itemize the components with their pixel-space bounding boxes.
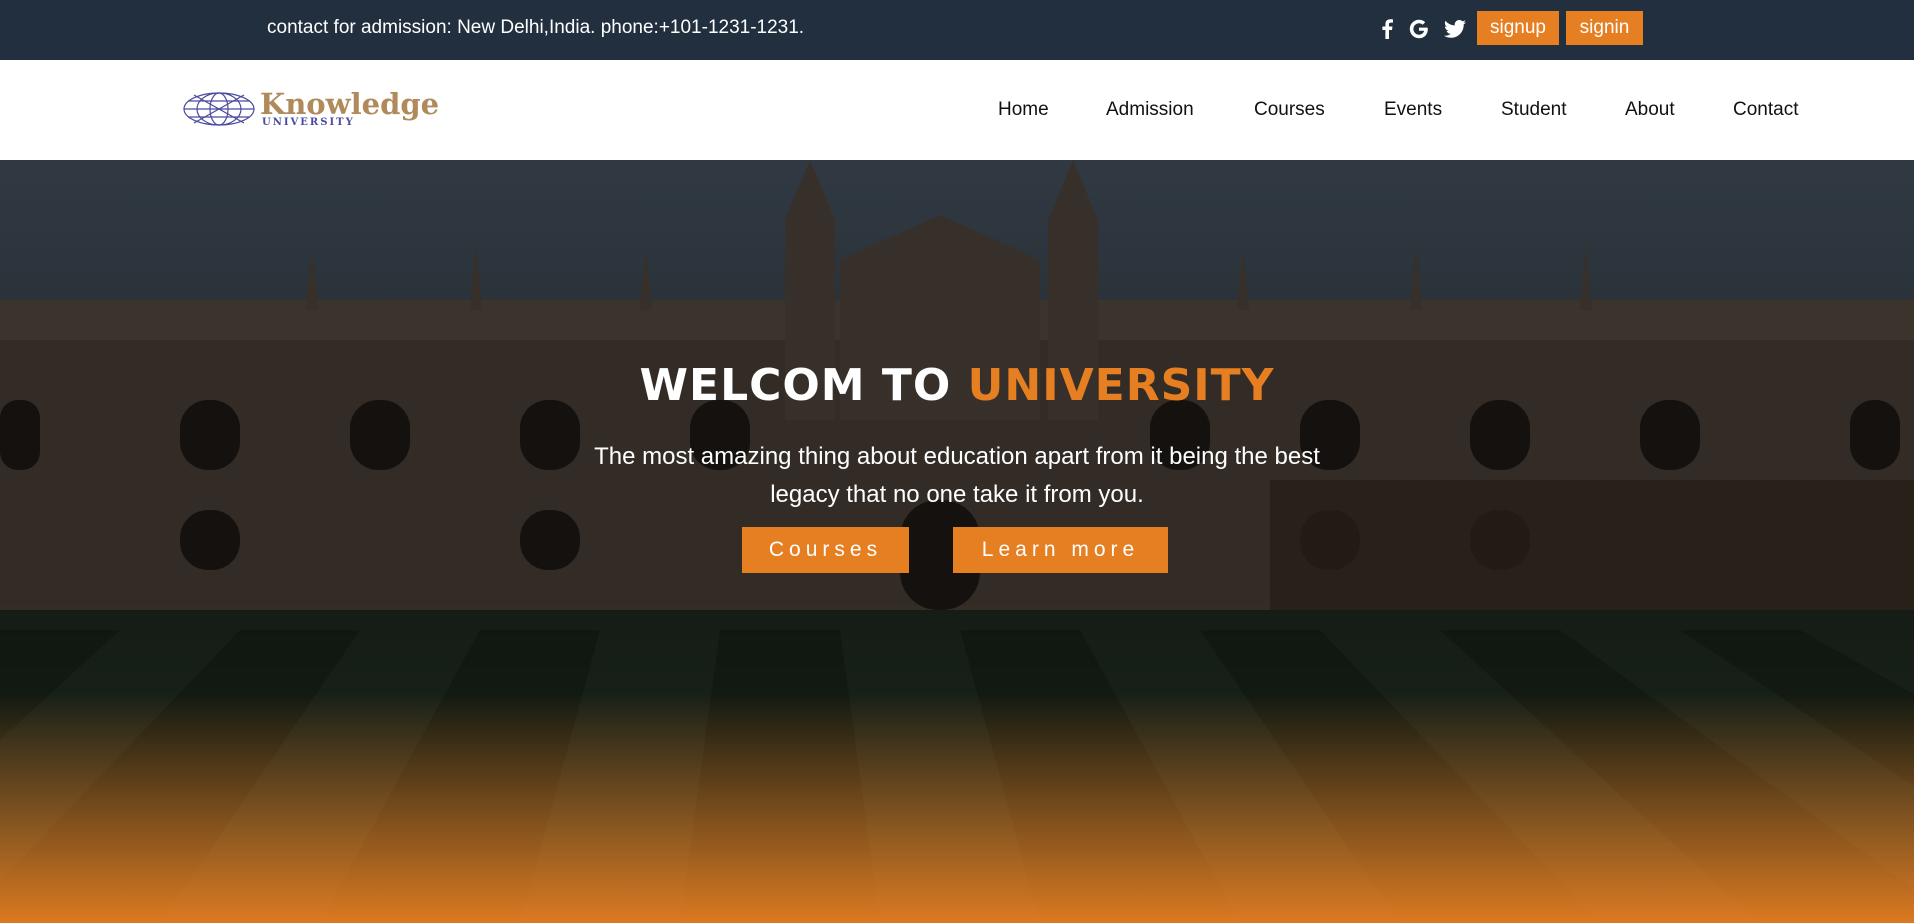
courses-button[interactable]: Courses: [742, 527, 909, 573]
nav-home[interactable]: Home: [998, 99, 1049, 121]
nav-admission[interactable]: Admission: [1106, 99, 1194, 121]
hero-title-main: WELCOM TO: [639, 360, 952, 411]
hero-title: WELCOM TO UNIVERSITY: [0, 360, 1914, 411]
facebook-icon[interactable]: [1374, 16, 1400, 42]
nav-events[interactable]: Events: [1384, 99, 1442, 121]
hero-title-accent: UNIVERSITY: [967, 360, 1275, 411]
logo-subtitle: UNIVERSITY: [262, 117, 355, 128]
nav-student[interactable]: Student: [1501, 99, 1567, 121]
university-logo[interactable]: Knowledge UNIVERSITY: [182, 87, 482, 129]
main-navbar: Knowledge UNIVERSITY Home Admission Cour…: [0, 60, 1914, 160]
top-bar: contact for admission: New Delhi,India. …: [0, 0, 1914, 60]
twitter-icon[interactable]: [1442, 16, 1468, 42]
signin-button[interactable]: signin: [1566, 11, 1643, 45]
contact-info: contact for admission: New Delhi,India. …: [267, 17, 805, 38]
nav-contact[interactable]: Contact: [1733, 99, 1798, 121]
google-icon[interactable]: [1406, 16, 1432, 42]
learn-more-button[interactable]: Learn more: [953, 527, 1168, 573]
nav-about[interactable]: About: [1625, 99, 1675, 121]
hero-subtitle: The most amazing thing about education a…: [594, 443, 1320, 508]
signup-button[interactable]: signup: [1477, 11, 1559, 45]
nav-courses[interactable]: Courses: [1254, 99, 1325, 121]
hero-banner: WELCOM TO UNIVERSITY The most amazing th…: [0, 160, 1914, 923]
